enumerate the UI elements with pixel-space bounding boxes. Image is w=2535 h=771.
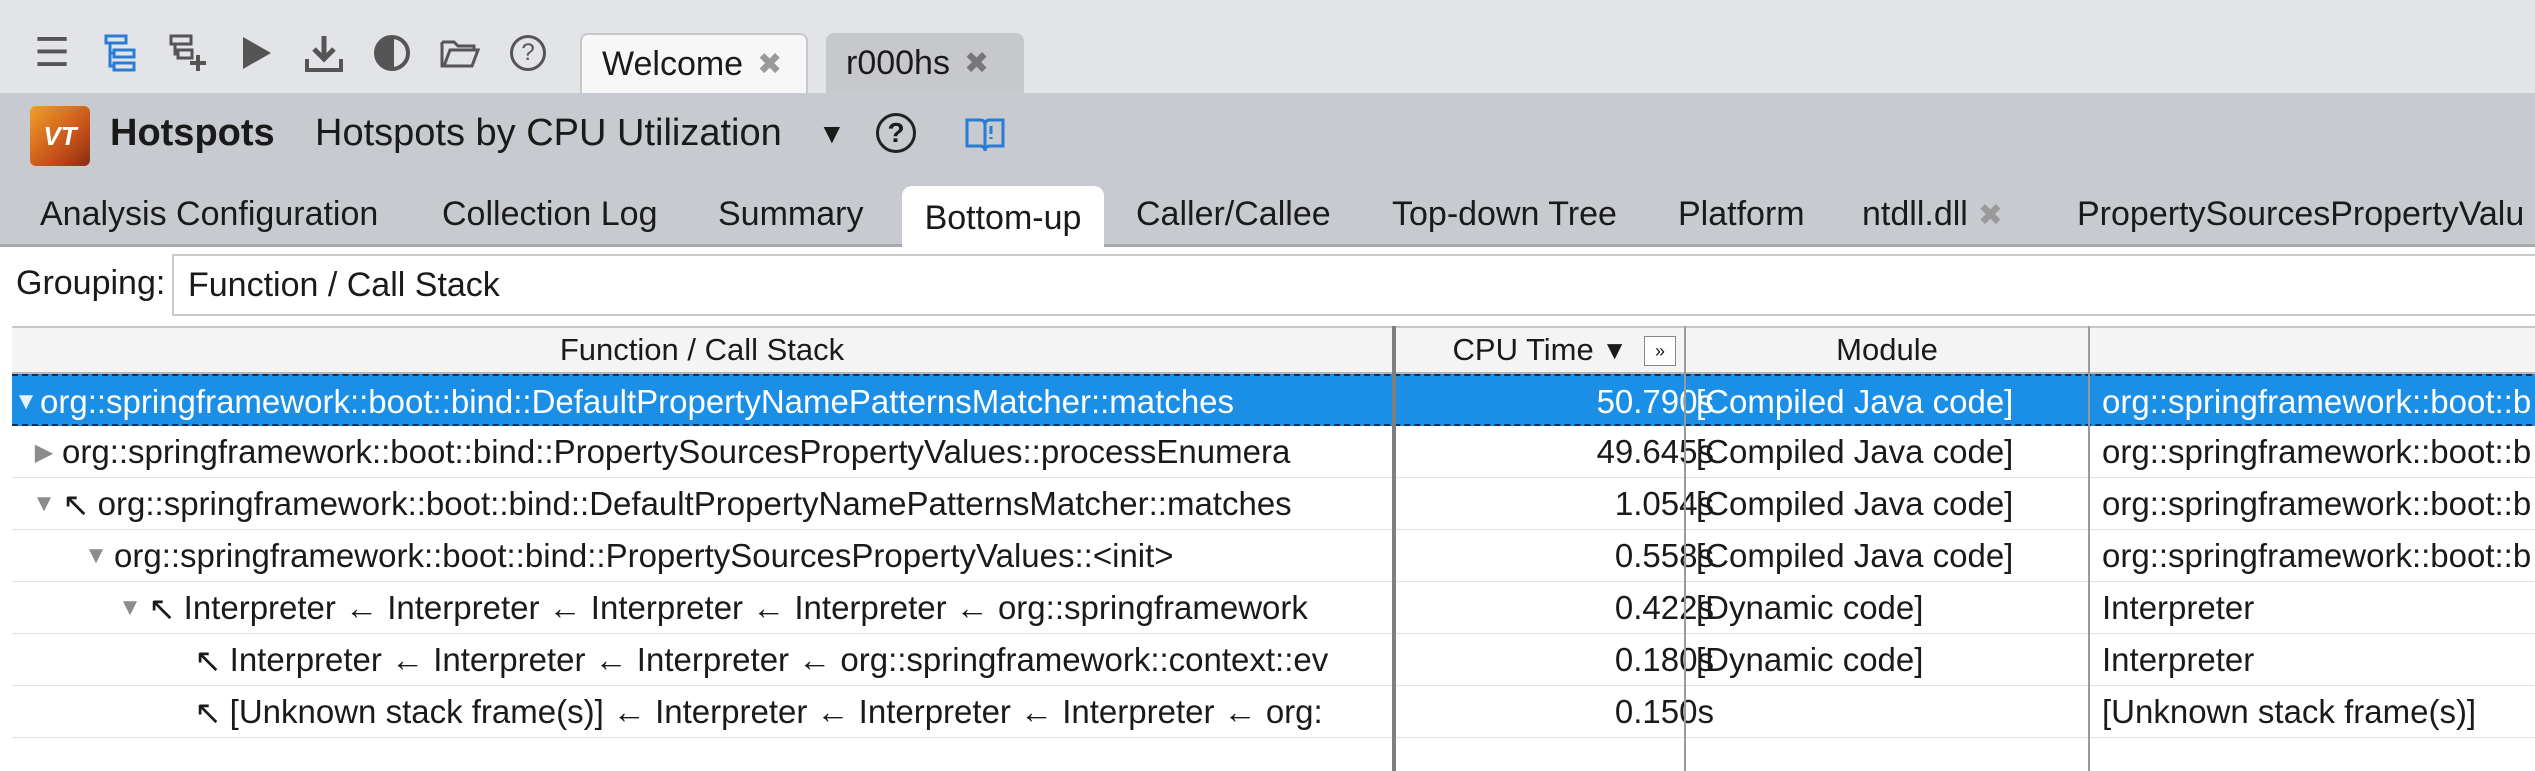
call-arrow-icon: ↖ (148, 589, 176, 627)
table-row[interactable]: ▼ org::springframework::boot::bind::Defau… (12, 374, 2535, 426)
expanded-arrow-icon[interactable]: ▼ (78, 542, 114, 570)
tab-analysis-configuration[interactable]: Analysis Configuration (40, 195, 378, 234)
extra-value: org::springframework::boot::b (2102, 383, 2532, 420)
cpu-time-value: 0.558s (1614, 537, 1714, 574)
cpu-time-value: 0.180s (1614, 641, 1714, 678)
table-row[interactable]: ▶ org::springframework::boot::bind::Prope… (12, 426, 2535, 478)
expanded-arrow-icon[interactable]: ▼ (112, 594, 148, 622)
module-value (1696, 686, 2096, 738)
function-name: [Unknown stack frame(s)] ← Interpreter ←… (229, 693, 1323, 730)
column-header-module[interactable]: Module (1686, 326, 2088, 374)
vtune-logo: VT (30, 106, 90, 166)
cpu-time-value: 1.054s (1614, 485, 1714, 522)
cpu-time-value: 0.150s (1614, 693, 1714, 730)
download-icon[interactable] (300, 29, 348, 77)
expanded-arrow-icon[interactable]: ▼ (12, 388, 40, 416)
chevron-down-icon[interactable]: ▼ (818, 118, 846, 150)
function-name: org::springframework::boot::bind::Proper… (62, 433, 1291, 470)
extra-value: org::springframework::boot::b (2102, 537, 2532, 574)
table-row[interactable]: ↖ [Unknown stack frame(s)] ← Interpreter … (12, 686, 2535, 738)
table-row[interactable]: ▼ org::springframework::boot::bind::Prope… (12, 530, 2535, 582)
collapsed-arrow-icon[interactable]: ▶ (26, 438, 62, 467)
close-icon[interactable]: ✖ (964, 46, 989, 81)
extra-value: [Unknown stack frame(s)] (2102, 693, 2477, 730)
table-row[interactable]: ▼ ↖ org::springframework::boot::bind::Defa… (12, 478, 2535, 530)
expanded-arrow-icon[interactable]: ▼ (26, 490, 62, 518)
new-analysis-icon[interactable] (164, 29, 212, 77)
function-name: Interpreter ← Interpreter ← Interpreter … (229, 641, 1329, 678)
table-row[interactable]: ↖ Interpreter ← Interpreter ← Interpreter… (12, 634, 2535, 686)
menu-icon[interactable]: ☰ (28, 29, 76, 77)
tab-property-sources[interactable]: PropertySourcesPropertyValu (2077, 195, 2524, 234)
module-value: [Compiled Java code] (1696, 537, 2014, 574)
function-name: org::springframework::boot::bind::Proper… (114, 537, 1174, 574)
book-icon[interactable] (964, 114, 1006, 163)
grouping-label: Grouping: (16, 264, 166, 302)
hierarchy-icon[interactable] (96, 29, 144, 77)
function-name: org::springframework::boot::bind::Defaul… (97, 485, 1292, 522)
cpu-time-value: 0.422s (1614, 589, 1714, 626)
bottom-up-grid: Function / Call Stack CPU Time ▼ » Modul… (12, 326, 2535, 771)
expand-column-icon[interactable]: » (1644, 336, 1676, 366)
open-folder-icon[interactable] (436, 29, 484, 77)
tab-label: ntdll.dll (1862, 195, 1968, 233)
column-header-cpu-time[interactable]: CPU Time ▼ » (1396, 326, 1684, 374)
tab-top-down-tree[interactable]: Top-down Tree (1392, 195, 1617, 234)
column-divider[interactable] (1392, 326, 1396, 771)
module-value: [Compiled Java code] (1696, 383, 2014, 420)
grouping-select[interactable]: Function / Call Stack (172, 254, 2535, 316)
module-value: [Compiled Java code] (1696, 485, 2014, 522)
column-divider[interactable] (2088, 326, 2090, 771)
help-icon[interactable]: ? (504, 29, 552, 77)
tab-welcome[interactable]: Welcome ✖ (580, 33, 808, 93)
column-header-extra[interactable] (2090, 326, 2535, 374)
cpu-time-value: 49.645s (1596, 433, 1714, 470)
cpu-time-value: 50.790s (1596, 383, 1714, 420)
extra-value: Interpreter (2102, 589, 2255, 626)
help-icon[interactable]: ? (876, 113, 916, 153)
call-arrow-icon: ↖ (62, 485, 90, 523)
module-value: [Compiled Java code] (1696, 433, 2014, 470)
tab-platform[interactable]: Platform (1678, 195, 1805, 234)
column-header-label: CPU Time (1452, 332, 1594, 367)
column-header-function[interactable]: Function / Call Stack (12, 326, 1392, 374)
tab-ntdll[interactable]: ntdll.dll ✖ (1862, 195, 2003, 234)
extra-value: Interpreter (2102, 641, 2255, 678)
page-title: Hotspots (110, 112, 275, 154)
call-arrow-icon: ↖ (194, 641, 222, 679)
column-divider[interactable] (1684, 326, 1686, 771)
function-name: org::springframework::boot::bind::Defaul… (40, 383, 1235, 420)
close-icon[interactable]: ✖ (757, 47, 782, 82)
tab-caller-callee[interactable]: Caller/Callee (1136, 195, 1331, 234)
tab-label: r000hs (846, 43, 950, 82)
compare-icon[interactable] (368, 29, 416, 77)
function-name: Interpreter ← Interpreter ← Interpreter … (183, 589, 1308, 626)
table-row[interactable]: ▼ ↖ Interpreter ← Interpreter ← Interprete… (12, 582, 2535, 634)
tab-summary[interactable]: Summary (718, 195, 863, 234)
sort-desc-icon: ▼ (1601, 334, 1628, 365)
tab-label: Bottom-up (924, 198, 1082, 237)
module-value: [Dynamic code] (1696, 589, 1924, 626)
call-arrow-icon: ↖ (194, 693, 222, 731)
tab-collection-log[interactable]: Collection Log (442, 195, 657, 234)
tab-bottom-up[interactable]: Bottom-up (902, 186, 1104, 250)
module-value: [Dynamic code] (1696, 641, 1924, 678)
close-icon[interactable]: ✖ (1978, 199, 2003, 232)
tab-label: Welcome (602, 44, 744, 83)
tab-r000hs[interactable]: r000hs ✖ (826, 33, 1024, 93)
extra-value: org::springframework::boot::b (2102, 433, 2532, 470)
viewpoint-select[interactable]: Hotspots by CPU Utilization (315, 112, 782, 155)
play-icon[interactable] (232, 29, 280, 77)
extra-value: org::springframework::boot::b (2102, 485, 2532, 522)
